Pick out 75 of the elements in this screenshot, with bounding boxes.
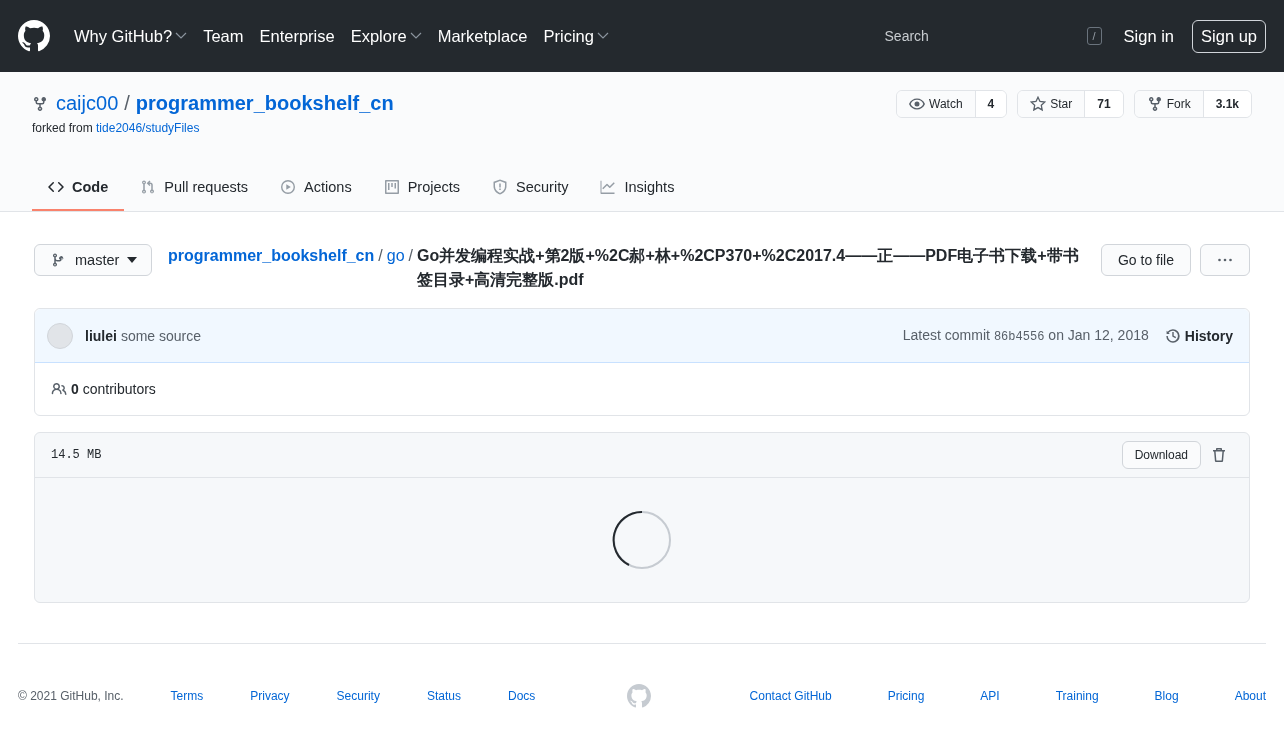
commit-date: on Jan 12, 2018 (1048, 327, 1149, 343)
file-name: Go并发编程实战+第2版+%2C郝+林+%2CP370+%2C2017.4——正——PDF电子书下载+带书签目录+高清完整版.pdf (417, 246, 1080, 290)
history-icon (1164, 327, 1181, 344)
forked-from-label: forked from (32, 121, 94, 135)
footer-link[interactable]: Contact GitHub (749, 689, 832, 703)
nav-link[interactable]: Why GitHub? (74, 26, 188, 46)
chevron-down-icon (596, 32, 609, 40)
file-size: 14.5 MB (51, 448, 102, 462)
sign-in-link[interactable]: Sign in (1123, 26, 1175, 46)
watch-button[interactable]: Watch (897, 91, 976, 117)
eye-icon (909, 96, 925, 112)
fork-count[interactable]: 3.1k (1203, 91, 1251, 117)
star-icon (1030, 96, 1047, 112)
fork-icon (32, 95, 48, 112)
chevron-down-icon (175, 32, 188, 40)
footer-link[interactable]: API (980, 689, 1000, 703)
github-logo-icon[interactable] (18, 20, 50, 52)
footer-link[interactable]: Privacy (250, 689, 290, 703)
footer-link[interactable]: Terms (170, 689, 204, 703)
shield-icon (492, 179, 509, 195)
nav-link[interactable]: Marketplace (437, 26, 528, 46)
path-separator: / (378, 246, 383, 266)
latest-commit-label: Latest commit (902, 327, 990, 343)
repo-tab[interactable]: Security (476, 165, 585, 211)
avatar (47, 322, 73, 349)
go-to-file-button[interactable]: Go to file (1100, 244, 1191, 276)
commit-message-link[interactable]: some source (120, 327, 202, 344)
repo-tab[interactable]: Projects (367, 165, 477, 211)
fork-button[interactable]: Fork (1134, 91, 1204, 117)
graph-icon (600, 179, 617, 195)
loading-spinner-icon (612, 510, 672, 570)
repo-name-link[interactable]: programmer_bookshelf_cn (135, 92, 394, 115)
play-icon (280, 179, 297, 195)
footer-link[interactable]: Status (426, 689, 461, 703)
caret-icon (127, 257, 138, 263)
footer-link[interactable]: Training (1055, 689, 1099, 703)
nav-link[interactable]: Team (203, 26, 244, 46)
repo-tab[interactable]: Actions (264, 165, 368, 211)
contributors-count: 0 contributors (71, 381, 156, 397)
star-button[interactable]: Star (1018, 91, 1086, 117)
footer-link[interactable]: Pricing (887, 689, 925, 703)
nav-link[interactable]: Pricing (543, 26, 609, 46)
forked-from-link[interactable]: tide2046/studyFiles (96, 121, 200, 135)
trash-icon[interactable] (1211, 447, 1227, 463)
github-logo-icon (627, 684, 652, 708)
code-icon (48, 179, 64, 195)
footer-link[interactable]: Docs (507, 689, 536, 703)
repo-tab[interactable]: Insights (584, 165, 691, 211)
owner-link[interactable]: caijc00 (56, 92, 119, 115)
chevron-down-icon (409, 32, 422, 40)
history-link[interactable]: History (1164, 327, 1233, 344)
nav-link[interactable]: Enterprise (259, 26, 335, 46)
commit-author-link[interactable]: liulei (85, 327, 117, 344)
nav-link[interactable]: Explore (350, 26, 422, 46)
repo-tab[interactable]: Code (32, 165, 125, 211)
breadcrumb-link[interactable]: programmer_bookshelf_cn (168, 244, 375, 268)
path-separator: / (408, 246, 413, 266)
star-count[interactable]: 71 (1085, 91, 1123, 117)
board-icon (383, 179, 400, 195)
repo-tab[interactable]: Pull requests (124, 165, 265, 211)
keyboard-shortcut-hint: / (1086, 27, 1102, 45)
watch-count[interactable]: 4 (975, 91, 1007, 117)
copyright-text: © 2021 GitHub, Inc. (18, 689, 124, 703)
footer-link[interactable]: About (1234, 689, 1266, 703)
commit-sha-link[interactable]: 86b4556 (993, 330, 1045, 344)
pull-request-icon (140, 179, 157, 195)
fork-icon (1146, 96, 1163, 112)
branch-select[interactable]: master (34, 244, 152, 276)
path-separator: / (124, 92, 130, 115)
footer-link[interactable]: Blog (1154, 689, 1179, 703)
breadcrumb-link[interactable]: go (386, 244, 405, 268)
people-icon (51, 381, 67, 397)
sign-up-button[interactable]: Sign up (1192, 19, 1266, 53)
download-button[interactable]: Download (1121, 441, 1201, 469)
footer-link[interactable]: Security (336, 689, 380, 703)
